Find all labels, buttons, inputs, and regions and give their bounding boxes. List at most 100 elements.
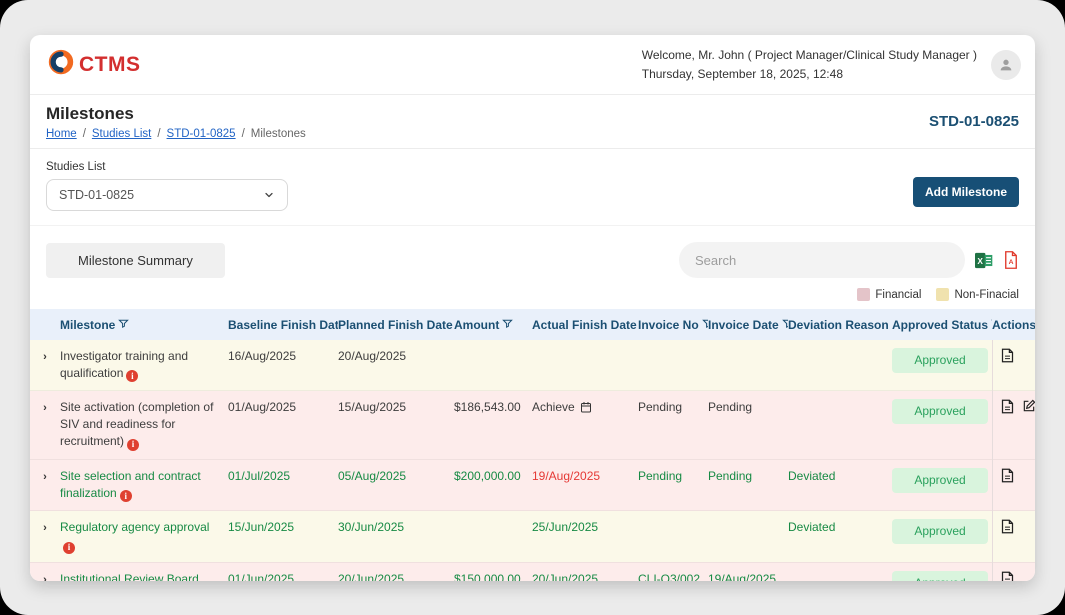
milestone-name: Regulatory agency approval — [60, 520, 209, 534]
invoice-no — [638, 340, 708, 391]
planned-column-header: Planned Finish Date — [338, 309, 454, 340]
breadcrumb-studies-list[interactable]: Studies List — [92, 128, 151, 140]
amount: $186,543.00 — [454, 391, 532, 460]
milestones-table: Milestone Baseline Finish Date Planned F… — [30, 309, 1035, 581]
row-expand-chevron[interactable]: › — [43, 402, 47, 414]
info-icon[interactable]: i — [127, 439, 139, 451]
row-expand-chevron[interactable]: › — [43, 351, 47, 363]
breadcrumb-separator: / — [242, 128, 245, 140]
invoice-no — [638, 511, 708, 563]
export-excel-icon[interactable]: X — [975, 252, 993, 269]
add-milestone-button[interactable]: Add Milestone — [913, 177, 1019, 207]
invoice-no-link[interactable]: CLI-Q3/002 — [638, 572, 700, 581]
invoice-date — [708, 511, 788, 563]
baseline-date: 01/Jun/2025 — [228, 562, 338, 581]
row-expand-chevron[interactable]: › — [43, 574, 47, 581]
breadcrumb-study[interactable]: STD-01-0825 — [167, 128, 236, 140]
main-card: CTMS Welcome, Mr. John ( Project Manager… — [30, 35, 1035, 581]
actual-date — [532, 340, 638, 391]
view-document-icon[interactable] — [1001, 468, 1014, 488]
user-avatar[interactable] — [991, 50, 1021, 80]
row-expand-chevron[interactable]: › — [43, 522, 47, 534]
amount: $200,000.00 — [454, 459, 532, 511]
person-icon — [998, 57, 1014, 73]
app-header: CTMS Welcome, Mr. John ( Project Manager… — [30, 35, 1035, 95]
table-row: › Site activation (completion of SIV and… — [30, 391, 1035, 460]
view-document-icon[interactable] — [1001, 399, 1014, 419]
baseline-date: 15/Jun/2025 — [228, 511, 338, 563]
non-financial-legend-label: Non-Finacial — [954, 289, 1019, 301]
view-document-icon[interactable] — [1001, 519, 1014, 539]
milestone-column-header: Milestone — [60, 309, 228, 340]
amount: $150,000.00 — [454, 562, 532, 581]
title-row: Milestones Home / Studies List / STD-01-… — [30, 95, 1035, 149]
table-row: › Institutional Review Board (IRB) appro… — [30, 562, 1035, 581]
baseline-column-header: Baseline Finish Date — [228, 309, 338, 340]
row-expand-chevron[interactable]: › — [43, 471, 47, 483]
deviation-reason: Deviated — [788, 459, 892, 511]
table-row: › Investigator training and qualificatio… — [30, 340, 1035, 391]
filter-icon[interactable] — [502, 318, 513, 329]
approved-status-badge: Approved — [892, 468, 988, 493]
chevron-down-icon — [263, 189, 275, 201]
invoice-date: Pending — [708, 459, 788, 511]
breadcrumb-home[interactable]: Home — [46, 128, 77, 140]
invoice-date-column-header: Invoice Date — [708, 309, 788, 340]
studies-list-select[interactable]: STD-01-0825 — [46, 179, 288, 211]
table-header-row: Milestone Baseline Finish Date Planned F… — [30, 309, 1035, 340]
info-icon[interactable]: i — [120, 490, 132, 502]
export-pdf-icon[interactable]: A — [1003, 251, 1019, 269]
info-icon[interactable]: i — [126, 370, 138, 382]
deviation-reason — [788, 340, 892, 391]
invoice-date: 19/Aug/2025 — [708, 562, 788, 581]
filter-icon[interactable] — [118, 318, 129, 329]
actual-date: 20/Jun/2025 — [532, 562, 638, 581]
amount — [454, 340, 532, 391]
view-document-icon[interactable] — [1001, 348, 1014, 368]
deviation-reason — [788, 562, 892, 581]
calendar-icon[interactable] — [580, 402, 592, 416]
controls-row: Studies List STD-01-0825 Add Milestone — [30, 149, 1035, 226]
breadcrumb: Home / Studies List / STD-01-0825 / Mile… — [46, 128, 306, 140]
actual-date: Achieve — [532, 400, 575, 414]
table-legend: Financial Non-Finacial — [30, 278, 1035, 309]
breadcrumb-separator: / — [83, 128, 86, 140]
deviation-reason — [788, 391, 892, 460]
actual-date: 19/Aug/2025 — [532, 459, 638, 511]
financial-swatch — [857, 288, 870, 301]
table-row: › Regulatory agency approval i 15/Jun/202… — [30, 511, 1035, 563]
deviation-reason: Deviated — [788, 511, 892, 563]
table-row: › Site selection and contract finalizati… — [30, 459, 1035, 511]
actual-date: 25/Jun/2025 — [532, 511, 638, 563]
baseline-date: 01/Aug/2025 — [228, 391, 338, 460]
welcome-user: Welcome, Mr. John ( Project Manager/Clin… — [642, 46, 977, 65]
edit-icon[interactable] — [1022, 399, 1036, 419]
invoice-no: Pending — [638, 459, 708, 511]
planned-date: 20/Aug/2025 — [338, 340, 454, 391]
view-document-icon[interactable] — [1001, 571, 1014, 581]
planned-date: 20/Jun/2025 — [338, 562, 454, 581]
actions-column-header: Actions — [992, 309, 1035, 340]
approved-status-badge: Approved — [892, 399, 988, 424]
toolbar-row: Milestone Summary X A — [30, 242, 1035, 278]
svg-text:A: A — [1009, 259, 1014, 266]
amount — [454, 511, 532, 563]
approved-status-badge: Approved — [892, 348, 988, 373]
logo-text: CTMS — [79, 53, 141, 77]
approved-status-badge: Approved — [892, 571, 988, 581]
invoice-date — [708, 340, 788, 391]
ctms-logo: CTMS — [46, 47, 141, 82]
deviation-column-header: Deviation Reason — [788, 309, 892, 340]
search-input[interactable] — [679, 242, 965, 278]
welcome-datetime: Thursday, September 18, 2025, 12:48 — [642, 65, 977, 84]
page-background: CTMS Welcome, Mr. John ( Project Manager… — [0, 0, 1065, 615]
info-icon[interactable]: i — [63, 542, 75, 554]
financial-legend-label: Financial — [875, 289, 921, 301]
baseline-date: 16/Aug/2025 — [228, 340, 338, 391]
welcome-block: Welcome, Mr. John ( Project Manager/Clin… — [642, 46, 977, 84]
planned-date: 05/Aug/2025 — [338, 459, 454, 511]
milestone-name: Institutional Review Board (IRB) approva… — [60, 572, 199, 581]
status-column-header: Approved Status — [892, 309, 992, 340]
milestone-summary-tab[interactable]: Milestone Summary — [46, 243, 225, 278]
breadcrumb-separator: / — [157, 128, 160, 140]
